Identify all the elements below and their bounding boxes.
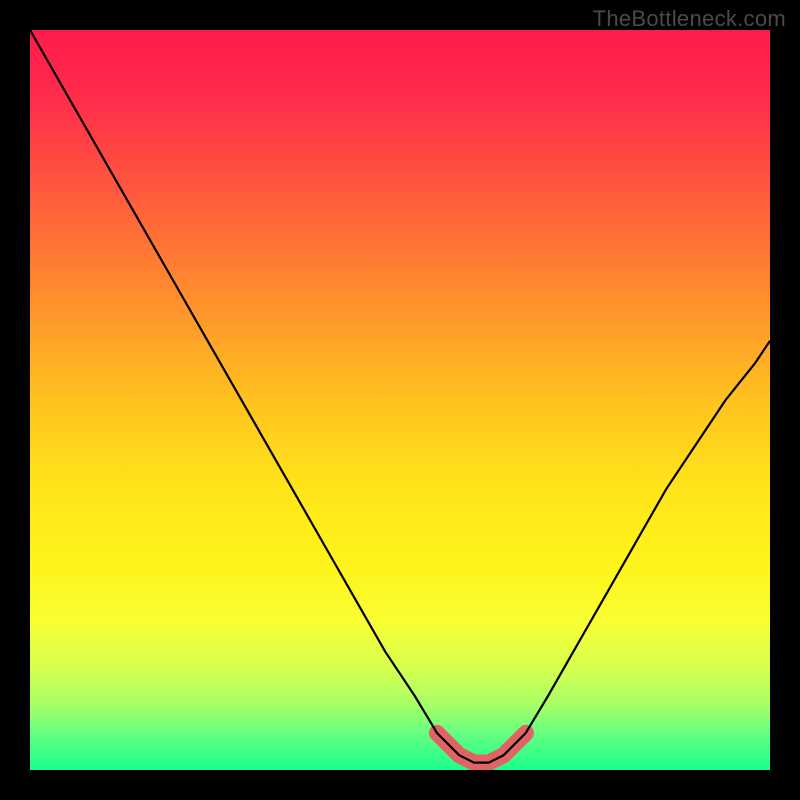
watermark-text: TheBottleneck.com xyxy=(593,6,786,32)
plot-svg xyxy=(30,30,770,770)
chart-frame: TheBottleneck.com xyxy=(0,0,800,800)
gradient-rect xyxy=(30,30,770,770)
plot-area xyxy=(30,30,770,770)
